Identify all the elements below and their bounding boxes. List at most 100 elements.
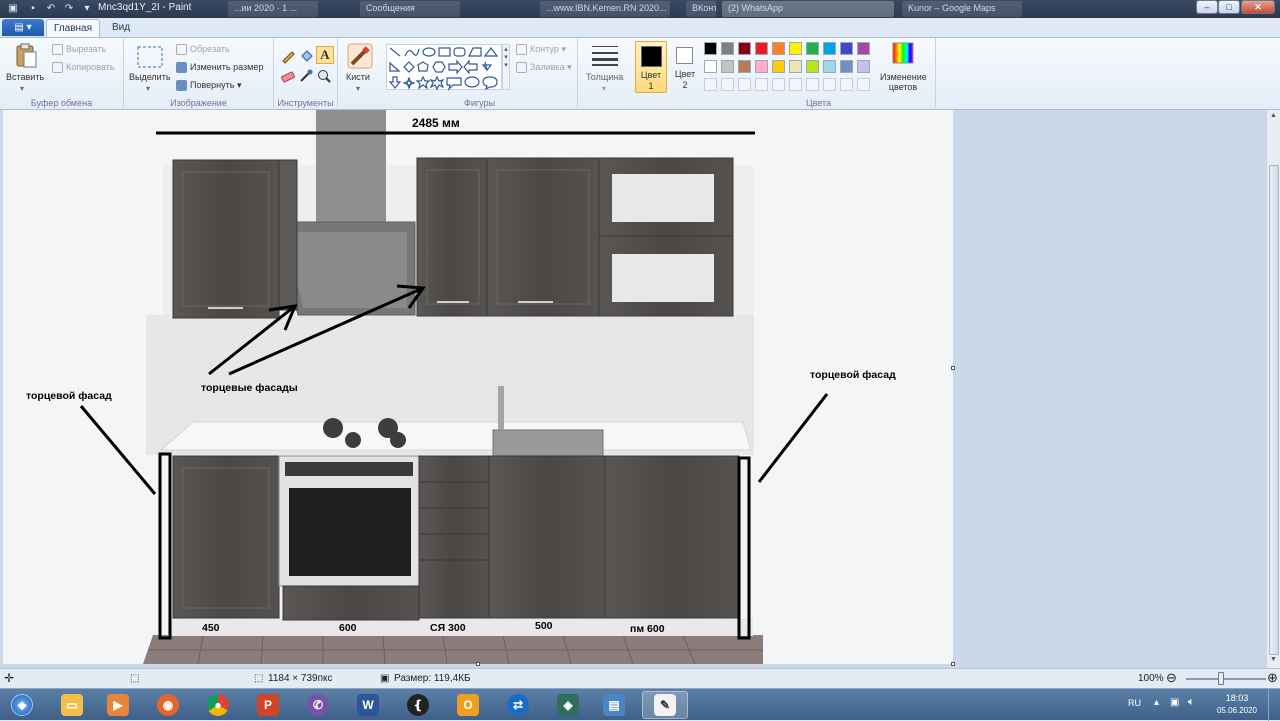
scroll-down-arrow-icon[interactable]: ▼ — [1270, 656, 1277, 663]
scroll-thumb[interactable] — [1269, 165, 1279, 655]
vertical-scrollbar[interactable]: ▲ ▼ — [1266, 110, 1280, 668]
thickness-icon[interactable] — [592, 44, 618, 66]
save-icon[interactable]: ▪ — [26, 2, 40, 16]
zoom-slider-thumb[interactable] — [1218, 672, 1224, 685]
palette-color-swatch[interactable] — [823, 60, 836, 73]
palette-color-swatch[interactable] — [721, 42, 734, 55]
custom-color-slot[interactable] — [704, 78, 717, 91]
undo-icon[interactable]: ↶ — [44, 2, 58, 16]
palette-color-swatch[interactable] — [755, 60, 768, 73]
color2-button[interactable]: Цвет 2 — [669, 41, 701, 93]
outline-button[interactable]: Контур ▾ — [516, 44, 566, 56]
color1-button[interactable]: Цвет 1 — [635, 41, 667, 93]
brush-icon[interactable] — [346, 42, 374, 70]
taskbar-media-player[interactable]: ▶ — [98, 691, 138, 719]
custom-color-slot[interactable] — [755, 78, 768, 91]
palette-color-swatch[interactable] — [772, 42, 785, 55]
custom-color-slot[interactable] — [823, 78, 836, 91]
cut-button[interactable]: Вырезать — [52, 44, 106, 56]
taskbar-chrome[interactable]: ● — [198, 691, 238, 719]
close-button[interactable]: ✕ — [1241, 0, 1275, 14]
custom-color-slot[interactable] — [772, 78, 785, 91]
tab-home[interactable]: Главная — [46, 19, 100, 37]
language-indicator[interactable]: RU — [1128, 698, 1141, 708]
canvas-resize-handle-bottom[interactable] — [476, 662, 480, 666]
background-window-tab[interactable]: Kunor – Google Maps — [902, 1, 1022, 17]
copy-button[interactable]: Копировать — [52, 62, 114, 74]
taskbar-powerpoint[interactable]: P — [248, 691, 288, 719]
eraser-icon[interactable] — [280, 68, 296, 84]
paste-dropdown-icon[interactable]: ▾ — [20, 84, 24, 93]
drawing-canvas[interactable]: 2485 мм торцевой фасад торцевой фасад то… — [3, 110, 953, 665]
palette-color-swatch[interactable] — [704, 60, 717, 73]
paint-app-icon[interactable]: ▣ — [6, 2, 20, 16]
tab-view[interactable]: Вид — [104, 19, 138, 37]
palette-color-swatch[interactable] — [857, 42, 870, 55]
palette-color-swatch[interactable] — [789, 60, 802, 73]
background-window-tab[interactable]: ...www.IBN.Kemen.RN 2020... — [540, 1, 670, 17]
taskbar-word[interactable]: W — [348, 691, 388, 719]
maximize-button[interactable]: □ — [1218, 0, 1240, 14]
pencil-icon[interactable] — [280, 48, 296, 64]
resize-button[interactable]: Изменить размер — [176, 62, 263, 74]
clock-date[interactable]: 05.06.2020 — [1210, 706, 1264, 715]
shapes-gallery-scroll[interactable]: ▴ ▾ ▾ — [502, 44, 510, 90]
palette-color-swatch[interactable] — [840, 42, 853, 55]
palette-color-swatch[interactable] — [755, 42, 768, 55]
brushes-button[interactable]: Кисти — [346, 72, 370, 82]
redo-icon[interactable]: ↷ — [62, 2, 76, 16]
volume-icon[interactable]: 🔈︎ — [1188, 696, 1195, 709]
select-button[interactable]: Выделить — [129, 72, 171, 82]
thickness-dropdown-icon[interactable]: ▾ — [602, 84, 606, 93]
palette-color-swatch[interactable] — [840, 60, 853, 73]
edit-colors-icon[interactable] — [892, 42, 914, 64]
custom-color-slot[interactable] — [738, 78, 751, 91]
palette-color-swatch[interactable] — [738, 42, 751, 55]
taskbar-paint[interactable]: ✎ — [642, 691, 688, 719]
taskbar-firefox[interactable]: ◉ — [148, 691, 188, 719]
canvas-resize-handle-right[interactable] — [951, 366, 955, 370]
edit-colors-label-2[interactable]: цветов — [880, 82, 926, 92]
custom-color-slot[interactable] — [806, 78, 819, 91]
background-window-tab[interactable]: Сообщения — [360, 1, 460, 17]
custom-color-slot[interactable] — [721, 78, 734, 91]
custom-color-slot[interactable] — [840, 78, 853, 91]
taskbar-app[interactable]: ❴ — [398, 691, 438, 719]
thickness-button[interactable]: Толщина — [586, 72, 623, 82]
taskbar-app-3[interactable]: ▤ — [594, 691, 634, 719]
palette-color-swatch[interactable] — [738, 60, 751, 73]
file-menu-button[interactable]: ▤ ▾ — [2, 19, 44, 36]
select-dropdown-icon[interactable]: ▾ — [146, 84, 150, 93]
shapes-gallery[interactable] — [386, 44, 502, 91]
paste-icon[interactable] — [12, 42, 40, 70]
zoom-slider[interactable] — [1186, 678, 1266, 680]
text-tool-icon[interactable]: A — [316, 46, 334, 64]
network-icon[interactable]: ▣ — [1170, 697, 1179, 708]
palette-color-swatch[interactable] — [789, 42, 802, 55]
background-window-tab[interactable]: ...ии 2020 · 1 ... — [228, 1, 318, 17]
magnifier-icon[interactable] — [316, 68, 332, 84]
fill-button[interactable]: Заливка ▾ — [516, 62, 572, 74]
taskbar-outlook[interactable]: O — [448, 691, 488, 719]
color-picker-icon[interactable] — [298, 68, 314, 84]
paste-button[interactable]: Вставить — [6, 72, 44, 82]
customize-quick-access-icon[interactable]: ▾ — [80, 2, 94, 16]
minimize-button[interactable]: – — [1196, 0, 1218, 14]
taskbar-explorer[interactable]: ▭ — [52, 691, 92, 719]
fill-bucket-icon[interactable] — [298, 48, 314, 64]
custom-color-slot[interactable] — [857, 78, 870, 91]
edit-colors-label-1[interactable]: Изменение — [880, 72, 927, 82]
brushes-dropdown-icon[interactable]: ▾ — [356, 84, 360, 93]
taskbar-app-2[interactable]: ◈ — [548, 691, 588, 719]
scroll-up-arrow-icon[interactable]: ▲ — [1270, 112, 1277, 119]
palette-color-swatch[interactable] — [857, 60, 870, 73]
select-icon[interactable] — [136, 44, 164, 72]
background-window-tab[interactable]: (2) WhatsApp — [722, 1, 894, 17]
crop-button[interactable]: Обрезать — [176, 44, 230, 56]
palette-color-swatch[interactable] — [704, 42, 717, 55]
tray-expand-icon[interactable]: ▴ — [1154, 697, 1159, 708]
zoom-out-icon[interactable]: ⊖ — [1166, 670, 1177, 686]
palette-color-swatch[interactable] — [806, 42, 819, 55]
rotate-button[interactable]: Повернуть ▾ — [176, 80, 241, 92]
custom-color-slot[interactable] — [789, 78, 802, 91]
